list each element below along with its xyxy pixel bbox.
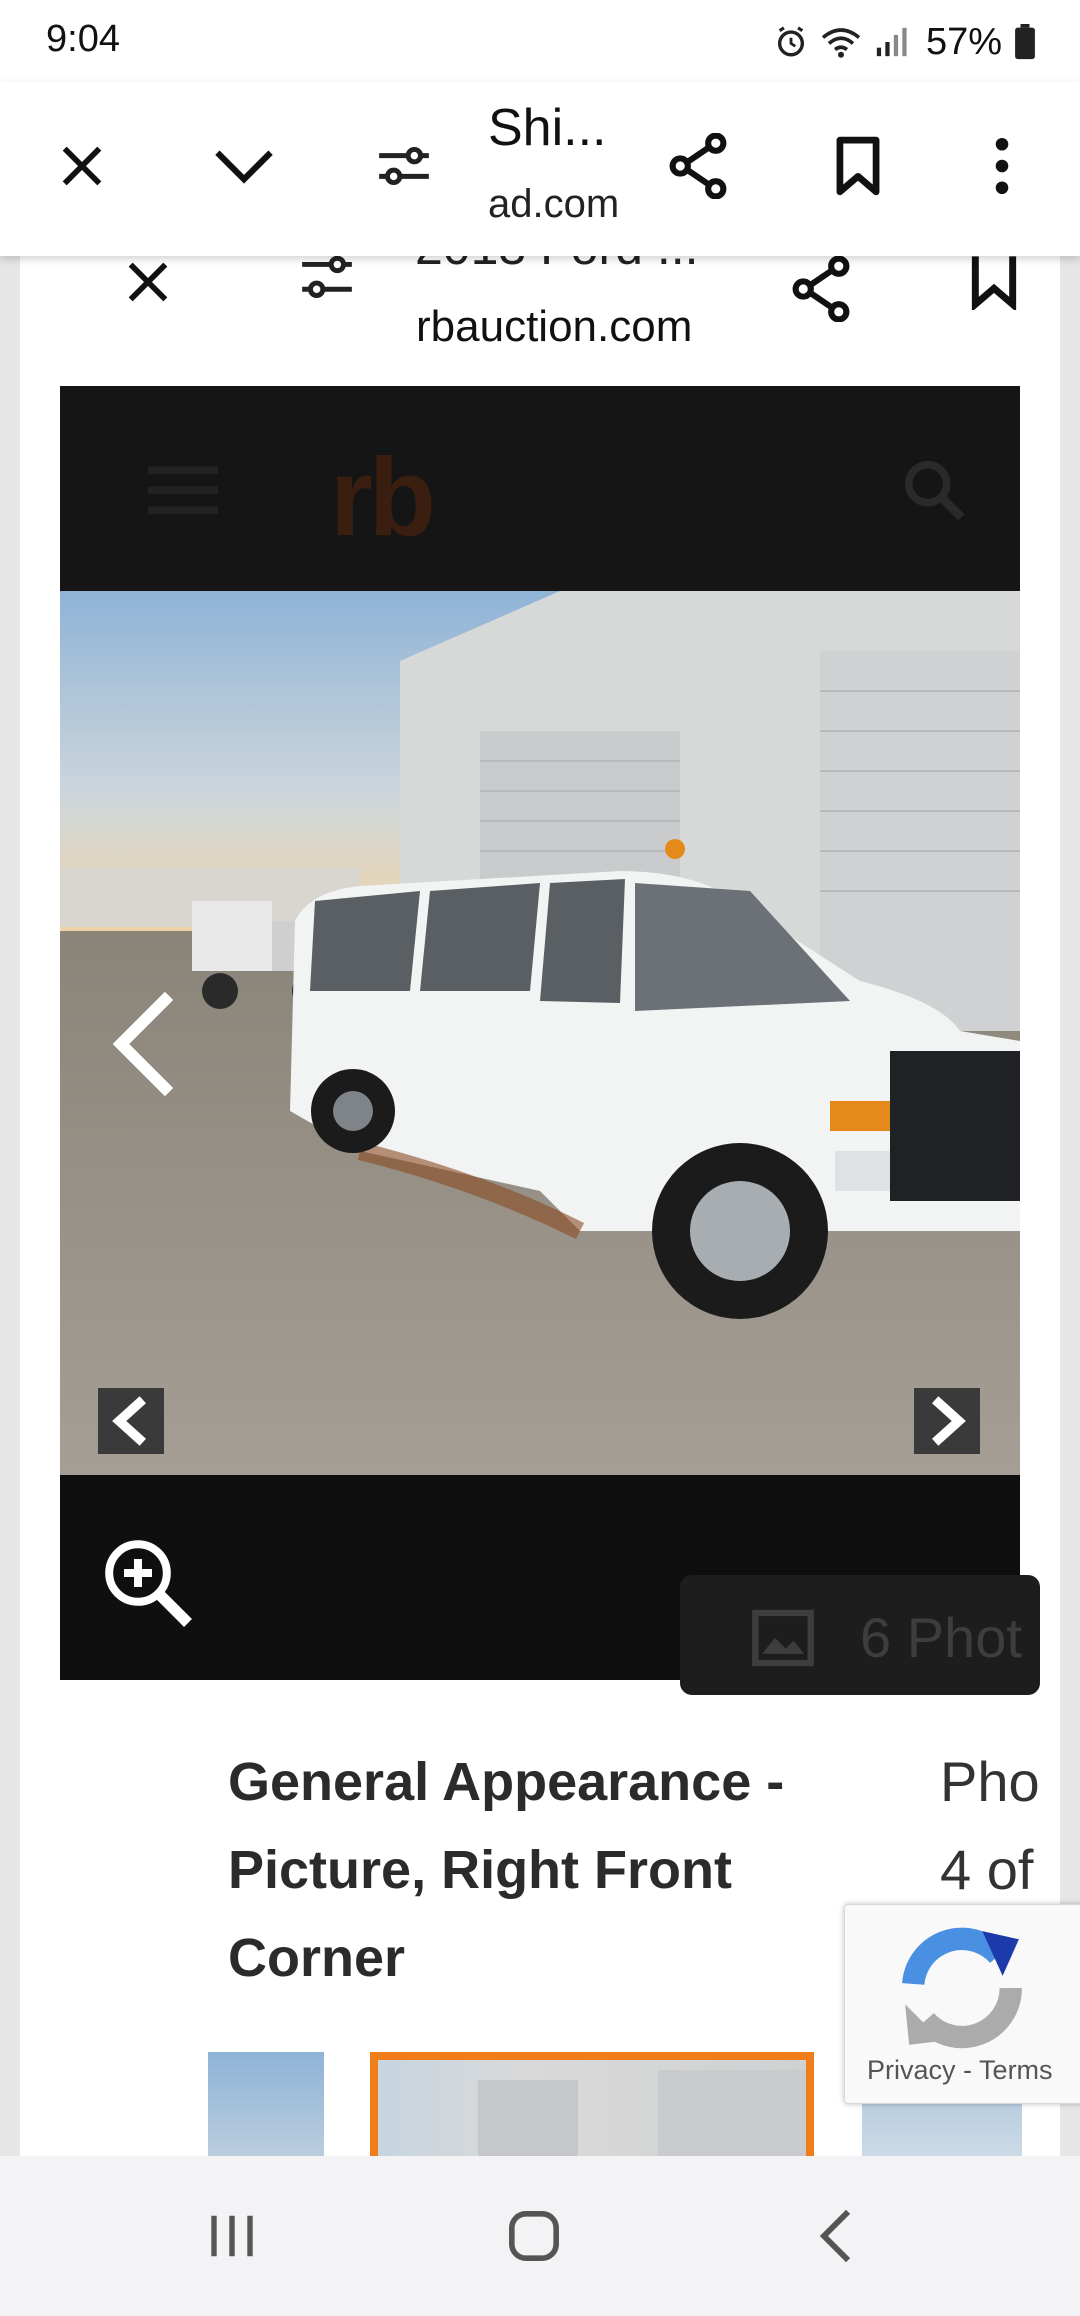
recaptcha-links: Privacy - Terms	[867, 2055, 1053, 2086]
next-photo-button[interactable]	[914, 1388, 980, 1454]
embedded-page-card: 2013 Ford ... rbauction.com rb	[20, 256, 1060, 2156]
inner-share-icon[interactable]	[790, 256, 852, 322]
hamburger-menu-icon[interactable]	[148, 464, 218, 514]
recaptcha-separator: -	[963, 2055, 973, 2085]
battery-icon	[1015, 24, 1035, 60]
photo-counter: Pho 4 of	[940, 1738, 1040, 1914]
share-icon	[669, 133, 727, 199]
back-button[interactable]	[776, 2196, 896, 2276]
arrow-right-icon	[932, 1396, 966, 1446]
home-icon	[509, 2211, 559, 2261]
inner-close-icon[interactable]	[122, 256, 174, 308]
inner-bookmark-icon[interactable]	[970, 256, 1018, 310]
recaptcha-badge[interactable]: Privacy - Terms	[844, 1904, 1080, 2104]
inner-tune-icon[interactable]	[298, 256, 356, 306]
photo-footer-band: 6 Phot	[60, 1475, 1040, 1695]
photo-count-chip[interactable]: 6 Phot	[680, 1575, 1040, 1695]
minimize-button[interactable]	[200, 122, 288, 210]
home-button[interactable]	[474, 2196, 594, 2276]
system-nav-bar	[0, 2156, 1080, 2316]
chevron-down-icon	[215, 150, 273, 184]
photo-counter-line2: 4 of	[940, 1838, 1034, 1901]
browser-toolbar: Shi... ad.com	[0, 82, 1080, 256]
recaptcha-terms-link[interactable]: Terms	[979, 2055, 1053, 2085]
previous-photo-overlay[interactable]	[110, 989, 180, 1099]
zoom-in-icon	[105, 1540, 192, 1627]
recents-button[interactable]	[172, 2196, 292, 2276]
share-button[interactable]	[654, 122, 742, 210]
inner-page-title: 2013 Ford ...	[415, 256, 699, 276]
bookmark-icon	[836, 136, 880, 196]
search-icon[interactable]	[900, 456, 970, 526]
status-time: 9:04	[46, 18, 120, 60]
close-icon	[62, 146, 102, 186]
thumbnail-item-selected[interactable]	[370, 2052, 814, 2156]
battery-percent: 57%	[925, 20, 1002, 63]
bookmark-button[interactable]	[814, 122, 902, 210]
rb-logo[interactable]: rb	[330, 434, 436, 561]
vehicle-photo[interactable]	[60, 591, 1020, 1475]
photo-caption: General Appearance - Picture, Right Fron…	[228, 1752, 785, 1988]
signal-icon	[876, 27, 907, 57]
inner-toolbar: 2013 Ford ... rbauction.com	[20, 256, 1060, 386]
status-bar: 9:04 57%	[0, 0, 1080, 82]
recaptcha-privacy-link[interactable]: Privacy	[867, 2055, 956, 2085]
back-icon	[819, 2209, 851, 2263]
page-settings-button[interactable]	[360, 122, 448, 210]
photo-count-label: 6 Phot	[860, 1606, 1022, 1669]
image-icon	[752, 1609, 814, 1667]
close-tab-button[interactable]	[38, 122, 126, 210]
chevron-left-icon	[112, 991, 174, 1097]
wifi-icon	[821, 28, 861, 58]
page-url: ad.com	[488, 182, 620, 226]
page-title: Shi...	[488, 99, 607, 157]
photo-counter-line1: Pho	[940, 1750, 1040, 1813]
zoom-button[interactable]	[100, 1535, 196, 1636]
tune-icon	[379, 146, 429, 186]
auction-site: rb 6 Phot	[60, 386, 1040, 1695]
thumbnail-item[interactable]	[208, 2052, 324, 2156]
arrow-left-icon	[112, 1396, 146, 1446]
more-vert-icon	[995, 137, 1009, 195]
site-header: rb	[60, 386, 1020, 591]
alarm-icon	[777, 26, 804, 57]
previous-photo-button[interactable]	[98, 1388, 164, 1454]
recents-icon	[211, 2215, 253, 2257]
inner-page-url: rbauction.com	[416, 302, 693, 351]
web-content: 2013 Ford ... rbauction.com rb	[0, 256, 1080, 2156]
status-icons: 57%	[774, 14, 1036, 70]
recaptcha-logo	[897, 1923, 1027, 2054]
more-menu-button[interactable]	[958, 122, 1046, 210]
